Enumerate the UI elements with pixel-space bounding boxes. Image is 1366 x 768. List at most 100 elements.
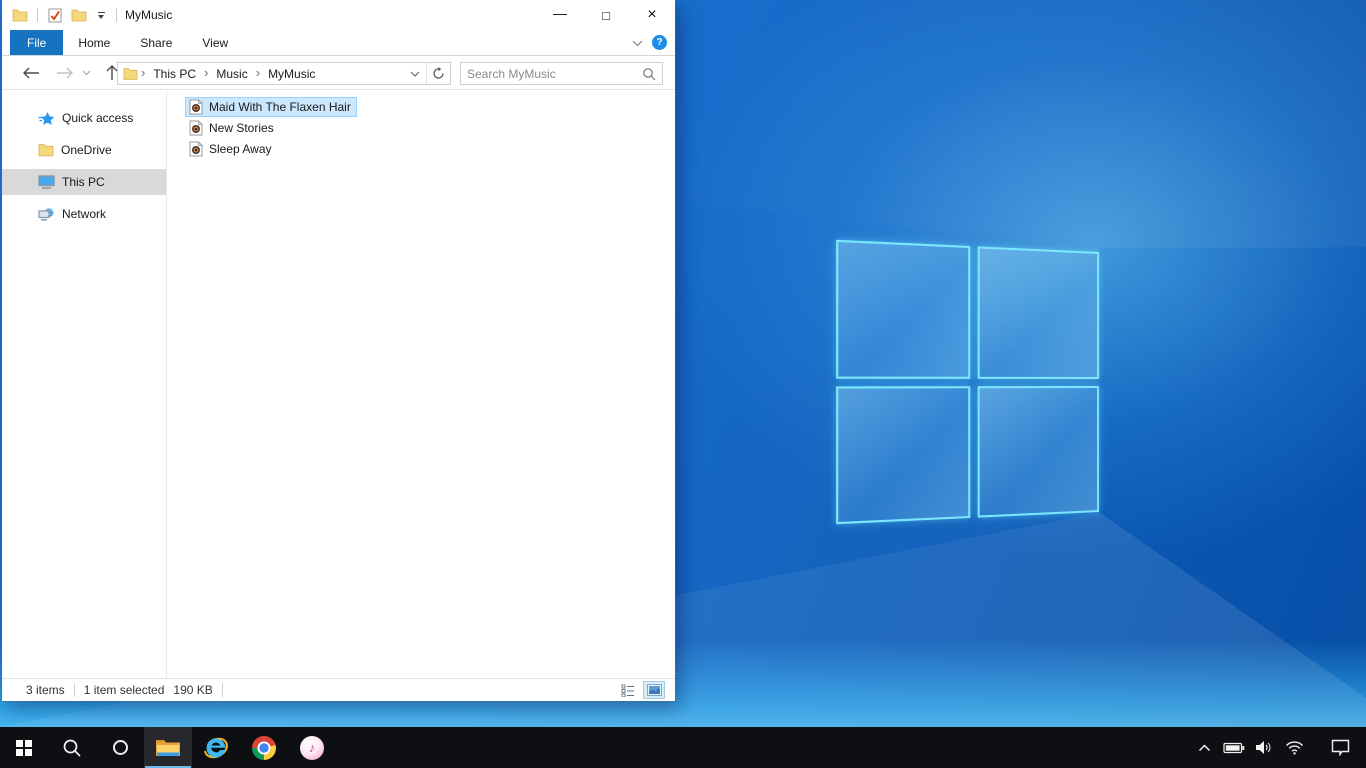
tab-share[interactable]: Share (125, 30, 187, 55)
sidebar-item-label: OneDrive (61, 143, 112, 157)
navigation-bar: › This PC › Music › MyMusic (2, 57, 675, 90)
start-button[interactable] (0, 727, 48, 768)
search-icon[interactable] (636, 67, 662, 81)
file-row[interactable]: Sleep Away (185, 139, 278, 159)
help-button[interactable]: ? (652, 35, 667, 50)
sidebar-item-network[interactable]: Network (2, 201, 166, 227)
sidebar-item-onedrive[interactable]: OneDrive (2, 137, 166, 163)
internet-explorer-icon (204, 737, 228, 758)
breadcrumb: › This PC › Music › MyMusic (118, 65, 404, 82)
network-icon (38, 207, 55, 221)
volume-icon[interactable] (1252, 727, 1276, 768)
chrome-icon (252, 735, 276, 760)
window-folder-icon (11, 6, 29, 24)
windows-logo-pane (836, 385, 970, 525)
taskbar-chrome-button[interactable] (240, 727, 288, 768)
taskbar-internet-explorer-button[interactable] (192, 727, 240, 768)
tab-file[interactable]: File (10, 30, 64, 55)
search-icon (63, 739, 81, 757)
system-tray (1192, 727, 1306, 768)
expand-ribbon-chevron[interactable] (632, 36, 643, 50)
tab-view[interactable]: View (187, 30, 243, 55)
separator (73, 683, 75, 697)
maximize-button[interactable]: □ (583, 0, 629, 30)
refresh-button[interactable] (426, 63, 450, 84)
desktop: MyMusic — □ × File Home Share View ? › T… (0, 0, 1366, 768)
onedrive-folder-icon (38, 143, 54, 157)
windows-start-icon (16, 739, 32, 756)
hidden-icons-chevron[interactable] (1192, 727, 1216, 768)
quick-access-toolbar (2, 6, 119, 24)
sidebar-item-label: This PC (62, 175, 105, 189)
crumb-mymusic[interactable]: MyMusic (263, 67, 320, 81)
ribbon-right-controls: ? (632, 30, 667, 55)
file-name: Maid With The Flaxen Hair (209, 100, 351, 114)
sidebar-item-quick-access[interactable]: Quick access (2, 105, 166, 131)
wifi-icon[interactable] (1282, 727, 1306, 768)
crumb-separator: › (255, 65, 261, 80)
taskbar: ♪ (0, 727, 1366, 768)
navigation-pane: Quick access OneDrive This PC Network (2, 91, 167, 678)
title-bar: MyMusic — □ × (2, 0, 675, 30)
ribbon-tab-bar: File Home Share View (2, 30, 675, 56)
sidebar-item-label: Quick access (62, 111, 134, 125)
taskbar-file-explorer-button[interactable] (144, 727, 192, 768)
separator (37, 8, 38, 22)
file-list: Maid With The Flaxen Hair New Stories Sl… (167, 91, 675, 678)
details-view-button[interactable] (617, 681, 639, 699)
battery-icon[interactable] (1222, 727, 1246, 768)
tab-home[interactable]: Home (63, 30, 125, 55)
item-count: 3 items (26, 683, 65, 697)
crumb-separator: › (141, 65, 146, 80)
file-explorer-window: MyMusic — □ × File Home Share View ? › T… (2, 0, 675, 701)
crumb-this-pc[interactable]: This PC (148, 67, 201, 81)
crumb-music[interactable]: Music (211, 67, 252, 81)
search-input[interactable] (461, 63, 636, 84)
separator (221, 683, 223, 697)
minimize-button[interactable]: — (537, 0, 583, 30)
cortana-button[interactable] (96, 727, 144, 768)
quick-access-star-icon (38, 111, 55, 126)
windows-logo-pane (977, 246, 1099, 379)
recent-locations-chevron[interactable] (78, 61, 94, 85)
selection-count: 1 item selected (83, 683, 165, 697)
sidebar-item-label: Network (62, 207, 107, 221)
qat-dropdown-bar (97, 11, 105, 13)
file-explorer-icon (156, 740, 180, 756)
address-folder-icon (123, 67, 138, 80)
windows-logo-pane (836, 239, 970, 379)
explorer-body: Quick access OneDrive This PC Network Ma… (2, 91, 675, 678)
taskbar-search-button[interactable] (48, 727, 96, 768)
selection-size: 190 KB (173, 683, 213, 697)
back-button[interactable] (18, 61, 44, 85)
address-dropdown-chevron[interactable] (404, 63, 426, 84)
address-bar-controls (404, 63, 450, 84)
taskbar-itunes-button[interactable]: ♪ (288, 727, 336, 768)
action-center-button[interactable] (1320, 727, 1360, 768)
cortana-icon (112, 740, 128, 755)
large-icons-view-button[interactable] (643, 681, 665, 699)
view-switcher (617, 681, 665, 699)
window-controls: — □ × (537, 0, 675, 30)
customize-quick-access-toolbar-button[interactable] (94, 6, 108, 24)
close-button[interactable]: × (629, 0, 675, 30)
file-row[interactable]: Maid With The Flaxen Hair (185, 97, 357, 117)
itunes-icon: ♪ (300, 735, 324, 760)
music-file-icon (189, 141, 203, 157)
file-name: New Stories (209, 121, 274, 135)
chevron-down-icon (98, 14, 104, 19)
sidebar-item-this-pc[interactable]: This PC (2, 169, 166, 195)
properties-button[interactable] (46, 6, 64, 24)
search-box (460, 62, 663, 85)
new-folder-button[interactable] (70, 6, 88, 24)
forward-button[interactable] (52, 61, 78, 85)
address-bar[interactable]: › This PC › Music › MyMusic (117, 62, 451, 85)
file-row[interactable]: New Stories (185, 118, 280, 138)
file-name: Sleep Away (209, 142, 272, 156)
crumb-separator: › (204, 65, 209, 80)
music-file-icon (189, 120, 203, 136)
action-center-icon (1331, 739, 1349, 756)
separator (116, 8, 117, 22)
windows-logo-pane (977, 385, 1099, 518)
windows-logo (836, 239, 1099, 525)
